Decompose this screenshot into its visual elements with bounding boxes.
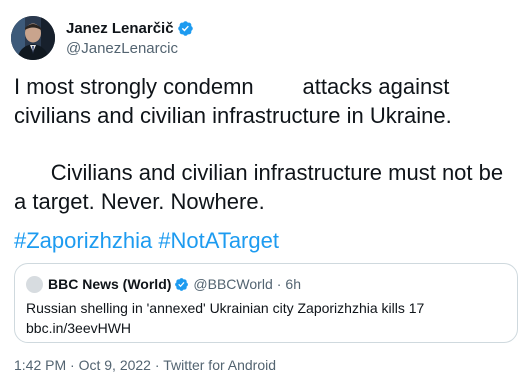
tweet: Janez Lenarčič @JanezLenarcic I most str… — [0, 0, 526, 374]
hashtag-zaporizhzhia[interactable]: #Zaporizhzhia — [14, 228, 152, 253]
author-display-name[interactable]: Janez Lenarčič — [66, 20, 174, 37]
tweet-source[interactable]: Twitter for Android — [163, 357, 276, 373]
tweet-meta: 1:42 PM · Oct 9, 2022 · Twitter for Andr… — [14, 357, 276, 374]
tweet-paragraph-2: Civilians and civilian infrastructure mu… — [14, 160, 510, 214]
hashtag-notatarget[interactable]: #NotATarget — [158, 228, 279, 253]
quoted-tweet-header: BBC News (World) @BBCWorld · 6h — [26, 274, 301, 294]
quoted-text: Russian shelling in 'annexed' Ukrainian … — [26, 300, 425, 316]
quoted-time: 6h — [285, 276, 301, 292]
tweet-paragraph-1: I most strongly condemn attacks against … — [14, 74, 456, 128]
quoted-display-name: BBC News (World) — [48, 276, 172, 292]
quoted-handle: @BBCWorld — [193, 276, 273, 292]
quoted-link[interactable]: bbc.in/3eevHWH — [26, 319, 131, 337]
tweet-date[interactable]: Oct 9, 2022 — [79, 357, 151, 373]
verified-badge-icon — [175, 277, 189, 291]
quoted-tweet[interactable]: BBC News (World) @BBCWorld · 6h Russian … — [14, 263, 518, 343]
avatar[interactable] — [11, 16, 55, 60]
verified-badge-icon — [177, 20, 193, 36]
hashtags: #Zaporizhzhia #NotATarget — [14, 226, 279, 255]
meta-separator: · — [70, 357, 75, 373]
meta-separator: · — [154, 357, 160, 373]
author-names: Janez Lenarčič @JanezLenarcic — [66, 19, 194, 57]
tweet-header: Janez Lenarčič @JanezLenarcic — [11, 12, 491, 60]
display-name-row: Janez Lenarčič — [66, 19, 194, 37]
quoted-avatar — [26, 275, 43, 293]
tweet-time[interactable]: 1:42 PM — [14, 357, 66, 373]
quoted-separator: · — [276, 276, 282, 292]
tweet-text: I most strongly condemn attacks against … — [14, 72, 514, 216]
author-handle[interactable]: @JanezLenarcic — [66, 40, 194, 57]
